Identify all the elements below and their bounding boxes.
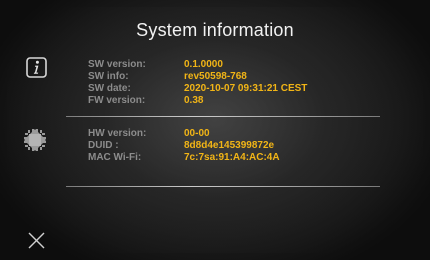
info-value: 7c:7sa:91:A4:AC:4A (184, 152, 280, 163)
info-value: 00-00 (184, 128, 210, 139)
info-value: 0.38 (184, 95, 204, 106)
section-divider (66, 116, 380, 117)
info-label: FW version: (88, 95, 146, 106)
page-title: System information (136, 20, 294, 40)
info-label: MAC Wi-Fi: (88, 152, 142, 163)
info-value: rev50598-768 (184, 71, 247, 82)
info-value: 2020-10-07 09:31:21 CEST (184, 83, 308, 94)
info-label: SW date: (88, 83, 131, 94)
info-label: DUID : (88, 140, 119, 151)
info-label: HW version: (88, 128, 147, 139)
info-icon[interactable] (26, 57, 47, 78)
info-label: SW info: (88, 71, 129, 82)
system-information-screen: System information SW version: 0.1.0000 … (0, 0, 430, 260)
section-divider (66, 186, 380, 187)
chip-icon[interactable] (22, 127, 48, 153)
info-value: 8d8d4e145399872e (184, 140, 275, 151)
close-icon[interactable] (27, 231, 46, 250)
screen-frame (7, 7, 423, 253)
info-label: SW version: (88, 59, 146, 70)
info-value: 0.1.0000 (184, 59, 223, 70)
